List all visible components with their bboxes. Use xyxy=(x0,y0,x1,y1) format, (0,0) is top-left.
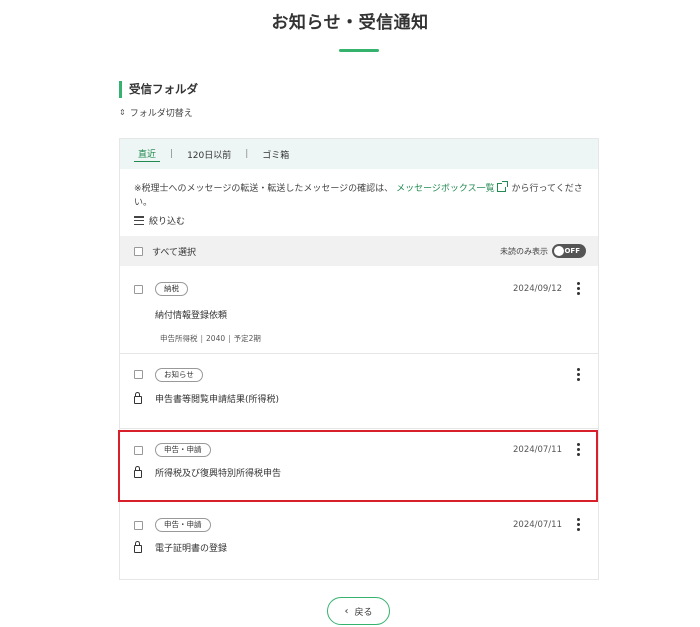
tab-trash[interactable]: ゴミ箱 xyxy=(258,148,293,161)
message-checkbox[interactable] xyxy=(134,521,143,530)
message-row[interactable]: お知らせ 申告書等閲覧申請結果(所得税) xyxy=(120,354,598,429)
folder-switch-label: フォルダ切替え xyxy=(129,109,193,119)
message-subject: 電子証明書の登録 xyxy=(155,544,228,554)
highlight-box xyxy=(118,430,598,502)
up-down-chevron-icon: ⇕ xyxy=(119,108,126,117)
category-tag: 納税 xyxy=(155,282,188,296)
meta-separator: | xyxy=(200,334,204,343)
message-row[interactable]: 申告・申請 2024/07/11 電子証明書の登録 xyxy=(120,501,598,579)
lock-icon xyxy=(134,392,142,404)
title-underline xyxy=(339,49,379,52)
more-options-icon[interactable] xyxy=(576,368,580,381)
back-button-label: 戻る xyxy=(354,607,373,618)
message-meta: 申告所得税 | 2040 | 予定2期 xyxy=(160,333,261,344)
meta-code: 2040 xyxy=(206,334,226,343)
tab-older-than-120-days[interactable]: 120日以前 xyxy=(183,148,235,161)
toggle-state: OFF xyxy=(564,247,580,255)
more-options-icon[interactable] xyxy=(576,518,580,531)
notice-text-before: ※税理士へのメッセージの転送・転送したメッセージの確認は、 xyxy=(134,184,394,194)
back-button[interactable]: ‹ 戻る xyxy=(327,597,390,625)
select-all-checkbox[interactable] xyxy=(134,246,143,256)
category-tag: お知らせ xyxy=(155,368,203,382)
message-box-list-link-label: メッセージボックス一覧 xyxy=(396,184,495,194)
select-all-bar: すべて選択 未読のみ表示 OFF xyxy=(120,236,598,266)
unread-only-label: 未読のみ表示 xyxy=(500,246,548,256)
message-row[interactable]: 納税 2024/09/12 納付情報登録依頼 申告所得税 | 2040 | 予定2期 xyxy=(120,266,598,354)
lock-icon xyxy=(134,541,142,553)
page-title: お知らせ・受信通知 xyxy=(271,13,429,33)
folder-heading: 受信フォルダ xyxy=(119,81,198,98)
message-panel: 直近 | 120日以前 | ゴミ箱 ※税理士へのメッセージの転送・転送したメッセ… xyxy=(119,138,599,580)
filter-icon xyxy=(134,216,144,225)
message-subject: 納付情報登録依頼 xyxy=(155,311,228,321)
message-subject: 申告書等閲覧申請結果(所得税) xyxy=(155,395,280,405)
message-box-list-link[interactable]: メッセージボックス一覧 xyxy=(396,181,509,194)
message-date: 2024/09/12 xyxy=(513,284,562,294)
meta-separator: | xyxy=(228,334,231,343)
meta-tax-type: 申告所得税 xyxy=(160,334,198,343)
message-checkbox[interactable] xyxy=(134,285,143,294)
meta-period: 予定2期 xyxy=(233,334,261,343)
unread-only-control: 未読のみ表示 OFF xyxy=(500,244,586,258)
select-all-label: すべて選択 xyxy=(152,247,197,258)
tab-recent[interactable]: 直近 xyxy=(134,147,161,162)
tab-separator: | xyxy=(245,149,249,159)
forwarding-notice: ※税理士へのメッセージの転送・転送したメッセージの確認は、 メッセージボックス一… xyxy=(134,181,590,210)
external-link-icon xyxy=(496,181,508,192)
folder-switch-button[interactable]: ⇕ フォルダ切替え xyxy=(119,106,193,119)
category-tag: 申告・申請 xyxy=(155,518,211,532)
chevron-left-icon: ‹ xyxy=(344,605,349,617)
more-options-icon[interactable] xyxy=(576,282,580,295)
filter-button[interactable]: 絞り込む xyxy=(134,214,185,227)
message-date: 2024/07/11 xyxy=(513,520,562,530)
folder-tabs: 直近 | 120日以前 | ゴミ箱 xyxy=(120,139,598,169)
unread-only-toggle[interactable]: OFF xyxy=(552,244,586,258)
filter-label: 絞り込む xyxy=(149,217,186,227)
message-checkbox[interactable] xyxy=(134,370,143,379)
toggle-knob xyxy=(554,246,564,256)
tab-separator: | xyxy=(170,149,174,159)
